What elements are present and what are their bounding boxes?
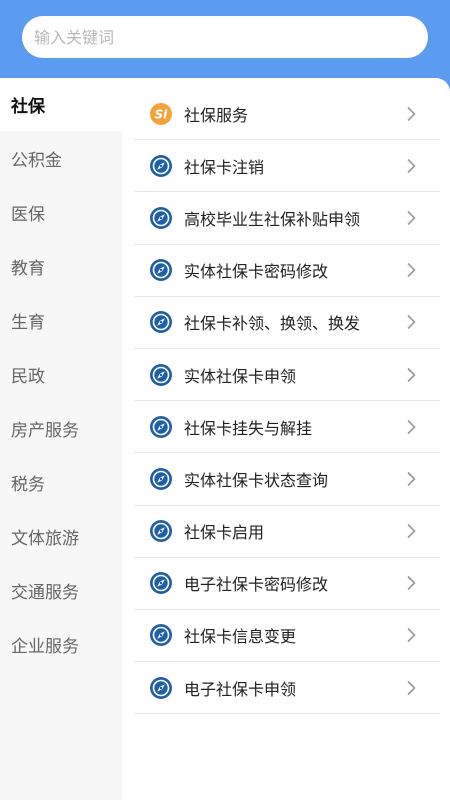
compass-icon [150,572,172,595]
chevron-right-icon [400,155,422,177]
sidebar-item-label: 教育 [11,258,45,279]
service-item[interactable]: 社保卡信息变更 [134,610,440,663]
svg-text:SI: SI [154,107,168,121]
sidebar-item-label: 企业服务 [11,636,79,657]
header-bar [0,0,450,90]
sidebar-item[interactable]: 社保 [0,78,122,131]
sidebar-item[interactable]: 房产服务 [0,401,122,455]
sidebar-item-label: 社保 [11,97,45,117]
sidebar-item[interactable]: 交通服务 [0,563,122,617]
compass-icon [150,154,172,177]
compass-icon [150,624,172,647]
sidebar-item[interactable]: 民政 [0,347,122,401]
sidebar-item-label: 公积金 [11,150,62,171]
sidebar-item-label: 交通服务 [11,582,79,603]
service-item[interactable]: 社保卡注销 [134,140,440,193]
service-item[interactable]: 电子社保卡密码修改 [134,558,440,610]
sidebar-item[interactable]: 文体旅游 [0,509,122,563]
service-item[interactable]: 实体社保卡状态查询 [134,453,440,506]
service-item[interactable]: SI 社保服务 [134,88,440,141]
service-item[interactable]: 社保卡挂失与解挂 [134,401,440,454]
compass-icon [150,676,172,699]
service-item[interactable]: 电子社保卡申领 [134,662,440,715]
compass-icon [150,415,172,438]
chevron-right-icon [400,364,422,386]
service-list: SI 社保服务社保卡注销高校毕业生社保补贴申领 实体社保卡密码修改社保卡补领、换领、… [134,88,440,715]
search-bar[interactable] [22,16,428,58]
sidebar-item[interactable]: 生育 [0,293,122,347]
service-item-label: 社保卡挂失与解挂 [184,418,313,438]
si-badge-icon: SI [150,102,172,125]
chevron-right-icon [400,677,422,699]
service-item-label: 社保卡信息变更 [184,627,297,647]
sidebar-item-label: 民政 [11,366,45,387]
compass-icon [150,311,172,334]
chevron-right-icon [400,624,422,646]
compass-icon [150,520,172,543]
service-item-label: 实体社保卡状态查询 [184,470,329,490]
sidebar-item-label: 生育 [11,312,45,333]
sidebar-item[interactable]: 教育 [0,239,122,293]
chevron-right-icon [400,520,422,542]
service-item[interactable]: 高校毕业生社保补贴申领 [134,192,440,245]
service-item[interactable]: 实体社保卡密码修改 [134,245,440,297]
category-sidebar: 社保公积金医保教育生育民政房产服务税务文体旅游交通服务企业服务 [0,78,122,800]
compass-icon [150,259,172,282]
service-item-label: 电子社保卡申领 [184,679,297,699]
compass-icon [150,206,172,229]
sidebar-item[interactable]: 企业服务 [0,617,122,671]
service-item-label: 电子社保卡密码修改 [184,575,329,595]
service-item[interactable]: 实体社保卡申领 [134,349,440,402]
chevron-right-icon [400,416,422,438]
service-item-label: 社保卡注销 [184,157,265,177]
content-panel: 社保 公积金 医保 教育 生育 民政 房产服务 税务 文体旅游 交通服务 企业服务 SI 社保服务 社保… [0,78,450,800]
sidebar-item-label: 房产服务 [11,420,79,441]
chevron-right-icon [400,572,422,594]
service-item-label: 实体社保卡申领 [184,366,297,386]
search-input[interactable] [34,27,428,47]
service-item-label: 社保卡启用 [184,523,265,543]
chevron-right-icon [400,468,422,490]
chevron-right-icon [400,311,422,333]
compass-icon [150,467,172,490]
service-item-label: 社保卡补领、换领、换发 [184,314,361,334]
sidebar-item[interactable]: 医保 [0,185,122,239]
chevron-right-icon [400,207,422,229]
sidebar-item-label: 文体旅游 [11,528,79,549]
service-item[interactable]: 社保卡补领、换领、换发 [134,297,440,349]
service-item[interactable]: 社保卡启用 [134,506,440,558]
sidebar-item-label: 医保 [11,204,45,225]
chevron-right-icon [400,103,422,125]
sidebar-item[interactable]: 税务 [0,455,122,509]
service-item-label: 高校毕业生社保补贴申领 [184,209,361,229]
compass-icon [150,363,172,386]
service-item-label: 社保服务 [184,105,249,125]
chevron-right-icon [400,259,422,281]
sidebar-item[interactable]: 公积金 [0,131,122,185]
sidebar-item-label: 税务 [11,474,45,495]
service-item-label: 实体社保卡密码修改 [184,262,329,282]
